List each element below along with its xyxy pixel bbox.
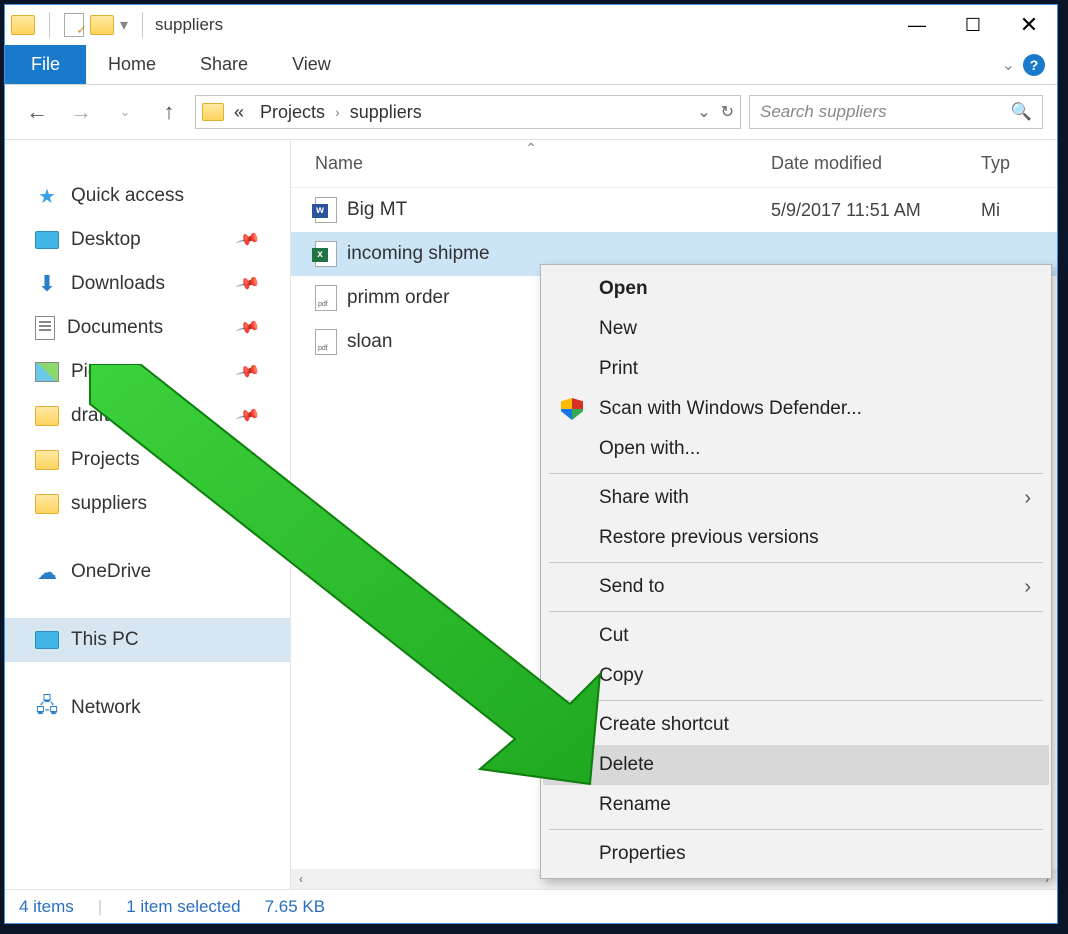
ctx-cut[interactable]: Cut xyxy=(543,616,1049,656)
breadcrumb-prefix: « xyxy=(228,102,250,123)
pin-icon: 📌 xyxy=(234,402,261,429)
ribbon: File Home Share View ⌄ ? xyxy=(5,45,1057,85)
status-selection: 1 item selected xyxy=(126,897,240,917)
quick-access-label: Quick access xyxy=(71,185,184,207)
quick-access-toolbar: ✓ ▾ xyxy=(11,12,151,38)
file-tab[interactable]: File xyxy=(5,45,86,84)
folder-icon xyxy=(35,494,59,514)
file-row[interactable]: Big MT 5/9/2017 11:51 AM Mi xyxy=(291,188,1057,232)
ctx-delete[interactable]: Delete xyxy=(543,745,1049,785)
back-button[interactable]: ← xyxy=(19,94,55,130)
forward-button[interactable]: → xyxy=(63,94,99,130)
pin-icon: 📌 xyxy=(234,226,261,253)
sidebar-item-onedrive[interactable]: ☁ OneDrive xyxy=(5,550,290,594)
share-tab[interactable]: Share xyxy=(178,45,270,84)
home-tab[interactable]: Home xyxy=(86,45,178,84)
status-bar: 4 items | 1 item selected 7.65 KB xyxy=(5,889,1057,923)
column-headers: Name Date modified Typ xyxy=(291,140,1057,188)
ctx-create-shortcut[interactable]: Create shortcut xyxy=(543,705,1049,745)
expand-ribbon-icon[interactable]: ⌄ xyxy=(1002,55,1015,75)
address-bar[interactable]: « Projects › suppliers ⌄ ↻ xyxy=(195,95,741,129)
search-placeholder: Search suppliers xyxy=(760,102,887,122)
onedrive-icon: ☁ xyxy=(35,561,59,583)
sidebar-item-documents[interactable]: Documents 📌 xyxy=(5,306,290,350)
breadcrumb-segment[interactable]: suppliers xyxy=(344,102,428,123)
ctx-print[interactable]: Print xyxy=(543,349,1049,389)
pin-icon: 📌 xyxy=(234,446,261,473)
search-icon: 🔍 xyxy=(1011,102,1032,122)
ctx-open[interactable]: Open xyxy=(543,269,1049,309)
refresh-icon[interactable]: ↻ xyxy=(721,102,734,122)
documents-icon xyxy=(35,316,55,340)
sidebar-item-desktop[interactable]: Desktop 📌 xyxy=(5,218,290,262)
pin-icon: 📌 xyxy=(234,358,261,385)
sidebar-item-projects[interactable]: Projects 📌 xyxy=(5,438,290,482)
chevron-right-icon: › xyxy=(1024,576,1031,599)
ctx-send-to[interactable]: Send to› xyxy=(543,567,1049,607)
dropdown-chevron-icon[interactable]: ▾ xyxy=(120,15,128,35)
properties-toolbar-icon[interactable]: ✓ xyxy=(64,13,84,37)
sidebar-item-downloads[interactable]: ⬇ Downloads 📌 xyxy=(5,262,290,306)
minimize-button[interactable]: — xyxy=(889,6,945,44)
navigation-pane: ★ Quick access Desktop 📌 ⬇ Downloads 📌 D… xyxy=(5,140,291,923)
context-menu: Open New Print Scan with Windows Defende… xyxy=(540,264,1052,879)
up-button[interactable]: ↑ xyxy=(151,94,187,130)
folder-icon xyxy=(35,450,59,470)
pictures-icon xyxy=(35,362,59,382)
sidebar-item-network[interactable]: 🖧 Network xyxy=(5,686,290,730)
pin-icon: 📌 xyxy=(234,490,261,517)
column-header-date[interactable]: Date modified xyxy=(771,153,981,174)
network-icon: 🖧 xyxy=(35,697,59,719)
excel-file-icon xyxy=(315,241,337,267)
star-icon: ★ xyxy=(35,185,59,207)
recent-dropdown-icon[interactable]: ⌄ xyxy=(107,94,143,130)
window-controls: — ☐ ✕ xyxy=(889,6,1057,44)
folder-icon xyxy=(35,406,59,426)
folder-icon xyxy=(11,15,35,35)
quick-access-header[interactable]: ★ Quick access xyxy=(5,174,290,218)
ctx-properties[interactable]: Properties xyxy=(543,834,1049,874)
pdf-file-icon xyxy=(315,329,337,355)
ctx-copy[interactable]: Copy xyxy=(543,656,1049,696)
sidebar-item-drafts[interactable]: drafts 📌 xyxy=(5,394,290,438)
ctx-share-with[interactable]: Share with› xyxy=(543,478,1049,518)
ctx-rename[interactable]: Rename xyxy=(543,785,1049,825)
view-tab[interactable]: View xyxy=(270,45,353,84)
chevron-right-icon[interactable]: › xyxy=(335,104,340,120)
desktop-icon xyxy=(35,231,59,249)
titlebar: ✓ ▾ suppliers — ☐ ✕ xyxy=(5,5,1057,45)
pin-icon: 📌 xyxy=(234,270,261,297)
address-dropdown-icon[interactable]: ⌄ xyxy=(697,102,710,122)
monitor-icon xyxy=(35,631,59,649)
maximize-button[interactable]: ☐ xyxy=(945,6,1001,44)
folder-icon xyxy=(202,103,224,121)
download-icon: ⬇ xyxy=(35,273,59,295)
close-button[interactable]: ✕ xyxy=(1001,6,1057,44)
chevron-right-icon: › xyxy=(1024,487,1031,510)
sidebar-item-pictures[interactable]: Pictures 📌 xyxy=(5,350,290,394)
help-icon[interactable]: ? xyxy=(1023,54,1045,76)
search-input[interactable]: Search suppliers 🔍 xyxy=(749,95,1043,129)
address-toolbar: ← → ⌄ ↑ « Projects › suppliers ⌄ ↻ Searc… xyxy=(5,85,1057,139)
shield-icon xyxy=(559,396,585,422)
ctx-defender[interactable]: Scan with Windows Defender... xyxy=(543,389,1049,429)
ctx-new[interactable]: New xyxy=(543,309,1049,349)
word-file-icon xyxy=(315,197,337,223)
status-size: 7.65 KB xyxy=(265,897,326,917)
column-header-type[interactable]: Typ xyxy=(981,153,1010,174)
collapse-chevron-icon[interactable]: ⌃ xyxy=(525,140,537,157)
ctx-restore[interactable]: Restore previous versions xyxy=(543,518,1049,558)
status-item-count: 4 items xyxy=(19,897,74,917)
sidebar-item-suppliers[interactable]: suppliers 📌 xyxy=(5,482,290,526)
pin-icon: 📌 xyxy=(234,314,261,341)
breadcrumb-segment[interactable]: Projects xyxy=(254,102,331,123)
new-folder-icon[interactable] xyxy=(90,15,114,35)
ctx-open-with[interactable]: Open with... xyxy=(543,429,1049,469)
pdf-file-icon xyxy=(315,285,337,311)
window-title: suppliers xyxy=(155,15,223,35)
sidebar-item-this-pc[interactable]: This PC xyxy=(5,618,290,662)
scroll-left-icon[interactable]: ‹ xyxy=(291,872,311,886)
